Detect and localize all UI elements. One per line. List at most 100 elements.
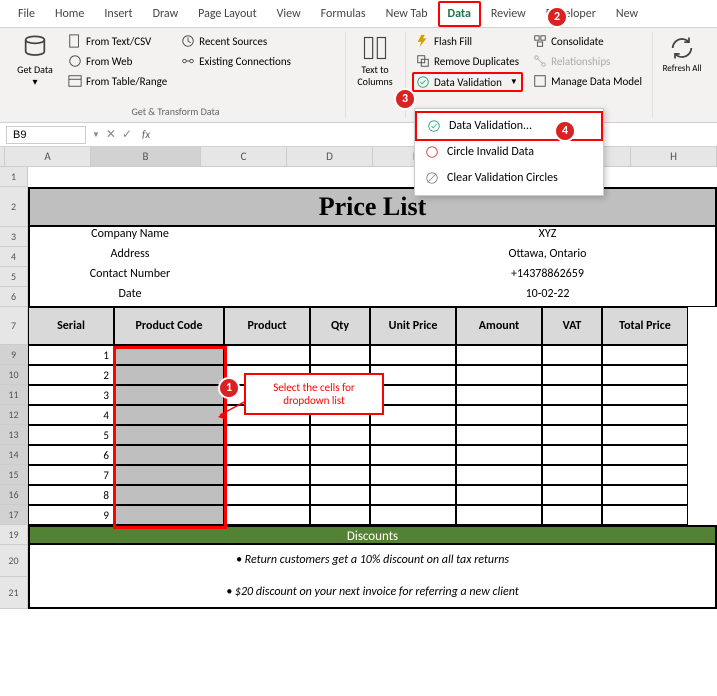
cell[interactable]	[542, 505, 602, 525]
cell[interactable]	[456, 385, 542, 405]
cell-serial[interactable]: 2	[28, 365, 114, 385]
cell[interactable]	[224, 425, 310, 445]
tab-new-tab[interactable]: New Tab	[376, 1, 438, 27]
existing-connections-button[interactable]: Existing Connections	[177, 52, 295, 70]
cell[interactable]	[224, 445, 310, 465]
tab-home[interactable]: Home	[45, 1, 94, 27]
cell[interactable]	[224, 345, 310, 365]
get-data-button[interactable]: Get Data▾	[12, 32, 58, 90]
row-header[interactable]: 11	[0, 385, 28, 405]
row-header[interactable]: 9	[0, 345, 28, 365]
cell-product-code[interactable]	[114, 345, 224, 365]
cell-serial[interactable]: 1	[28, 345, 114, 365]
name-box[interactable]	[6, 126, 86, 144]
cell-product-code[interactable]	[114, 505, 224, 525]
col-header[interactable]: A	[5, 147, 91, 166]
from-web-button[interactable]: From Web	[64, 52, 171, 70]
row-header[interactable]: 1	[0, 167, 28, 187]
cell[interactable]	[602, 365, 688, 385]
clear-circles-item[interactable]: Clear Validation Circles	[415, 165, 603, 191]
cell[interactable]	[542, 385, 602, 405]
cell-product-code[interactable]	[114, 485, 224, 505]
row-header[interactable]: 17	[0, 505, 28, 525]
cell[interactable]	[456, 405, 542, 425]
tab-view[interactable]: View	[267, 1, 311, 27]
cell[interactable]	[542, 465, 602, 485]
spreadsheet-grid[interactable]: 1 2Price List 3Company NameXYZ 4AddressO…	[0, 167, 717, 609]
cell[interactable]	[456, 465, 542, 485]
cell[interactable]	[370, 485, 456, 505]
cell-serial[interactable]: 8	[28, 485, 114, 505]
col-header[interactable]: C	[201, 147, 287, 166]
cell[interactable]	[456, 445, 542, 465]
cell-product-code[interactable]	[114, 385, 224, 405]
cell[interactable]	[602, 445, 688, 465]
row-header[interactable]: 16	[0, 485, 28, 505]
cell-serial[interactable]: 6	[28, 445, 114, 465]
from-text-csv-button[interactable]: From Text/CSV	[64, 32, 171, 50]
cell[interactable]	[310, 445, 370, 465]
cell[interactable]	[542, 345, 602, 365]
cell[interactable]	[370, 445, 456, 465]
circle-invalid-item[interactable]: Circle Invalid Data	[415, 139, 603, 165]
cell[interactable]	[370, 345, 456, 365]
cell-product-code[interactable]	[114, 465, 224, 485]
row-header[interactable]: 21	[0, 577, 28, 609]
text-to-columns-button[interactable]: Text to Columns	[352, 32, 398, 90]
cell-product-code[interactable]	[114, 405, 224, 425]
cell[interactable]	[224, 485, 310, 505]
remove-duplicates-button[interactable]: Remove Duplicates	[412, 52, 523, 70]
row-header[interactable]: 5	[0, 267, 28, 287]
data-validation-button[interactable]: Data Validation▼	[412, 72, 523, 92]
flash-fill-button[interactable]: Flash Fill	[412, 32, 523, 50]
cell[interactable]	[542, 405, 602, 425]
col-header[interactable]: D	[287, 147, 373, 166]
cancel-icon[interactable]: ✕	[106, 127, 116, 142]
cell[interactable]	[370, 505, 456, 525]
refresh-all-button[interactable]: Refresh All	[659, 32, 705, 77]
cell-serial[interactable]: 4	[28, 405, 114, 425]
row-header[interactable]: 4	[0, 247, 28, 267]
cell-serial[interactable]: 3	[28, 385, 114, 405]
enter-icon[interactable]: ✓	[122, 127, 132, 142]
cell-product-code[interactable]	[114, 425, 224, 445]
tab-page-layout[interactable]: Page Layout	[188, 1, 266, 27]
row-header[interactable]: 10	[0, 365, 28, 385]
consolidate-button[interactable]: Consolidate	[529, 32, 646, 50]
cell-product-code[interactable]	[114, 365, 224, 385]
cell[interactable]	[456, 485, 542, 505]
row-header[interactable]: 13	[0, 425, 28, 445]
cell-product-code[interactable]	[114, 445, 224, 465]
row-header[interactable]: 2	[0, 187, 28, 227]
cell[interactable]	[456, 425, 542, 445]
cell[interactable]	[310, 425, 370, 445]
tab-insert[interactable]: Insert	[94, 1, 142, 27]
cell[interactable]	[542, 365, 602, 385]
col-header[interactable]: H	[631, 147, 717, 166]
cell[interactable]	[310, 345, 370, 365]
cell[interactable]	[602, 465, 688, 485]
cell[interactable]	[542, 485, 602, 505]
cell-serial[interactable]: 5	[28, 425, 114, 445]
recent-sources-button[interactable]: Recent Sources	[177, 32, 295, 50]
cell[interactable]	[310, 465, 370, 485]
cell-serial[interactable]: 7	[28, 465, 114, 485]
tab-review[interactable]: Review	[481, 1, 536, 27]
col-header[interactable]: B	[91, 147, 201, 166]
cell[interactable]	[370, 425, 456, 445]
row-header[interactable]: 20	[0, 545, 28, 577]
cell[interactable]	[602, 345, 688, 365]
cell[interactable]	[602, 425, 688, 445]
cell[interactable]	[310, 505, 370, 525]
cell[interactable]	[542, 425, 602, 445]
row-header[interactable]: 12	[0, 405, 28, 425]
tab-new[interactable]: New	[606, 1, 648, 27]
fx-icon[interactable]: fx	[138, 128, 154, 141]
tab-draw[interactable]: Draw	[143, 1, 189, 27]
manage-data-model-button[interactable]: Manage Data Model	[529, 72, 646, 90]
tab-formulas[interactable]: Formulas	[311, 1, 376, 27]
row-header[interactable]: 14	[0, 445, 28, 465]
row-header[interactable]: 15	[0, 465, 28, 485]
cell[interactable]	[224, 465, 310, 485]
cell[interactable]	[602, 505, 688, 525]
